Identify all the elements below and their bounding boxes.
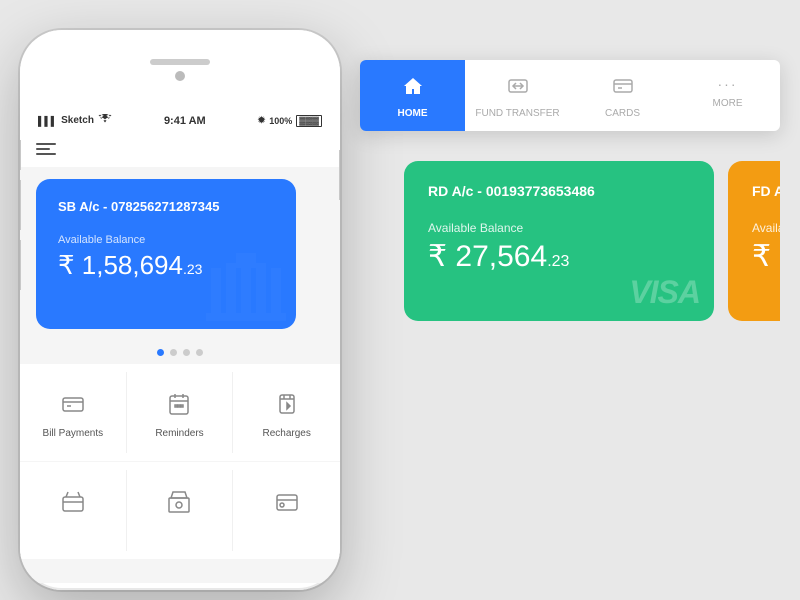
recharges-action[interactable]: Recharges	[233, 372, 340, 453]
phone-speaker	[150, 59, 210, 65]
fund-transfer-icon	[507, 76, 529, 102]
reminders-action[interactable]: Reminders	[127, 372, 234, 453]
status-bar: ▌▌▌ Sketch 9:41 AM ✹ 100% ▓▓▓	[20, 110, 340, 131]
nav-home[interactable]: HOME	[360, 60, 465, 131]
nav-cards-label: CARDS	[605, 108, 640, 119]
more-icon: ···	[718, 76, 738, 92]
signal-bars: ▌▌▌	[38, 116, 57, 126]
battery-icon: ▓▓▓	[296, 115, 322, 127]
carousel-dots	[20, 349, 340, 356]
home-icon	[402, 76, 424, 102]
desktop-cards: VISA RD A/c - 00193773653486 Available B…	[20, 145, 780, 337]
bill-payments-label: Bill Payments	[43, 428, 104, 439]
cards-nav-icon	[612, 76, 634, 102]
nav-more-label: MORE	[713, 98, 743, 109]
desktop-nav: HOME FUND TRANSFER CARDS ··· MORE	[360, 60, 780, 131]
nav-home-label: HOME	[398, 108, 428, 119]
status-right: ✹ 100% ▓▓▓	[258, 115, 322, 127]
dot-1[interactable]	[157, 349, 164, 356]
desktop-card-fd[interactable]: FD A/c - 00 Available Bal... ₹ 1,2...	[728, 161, 780, 321]
rd-balance-label: Available Balance	[428, 221, 690, 235]
action4[interactable]: a	[20, 470, 127, 551]
action5-icon	[161, 484, 197, 520]
battery-percent: 100%	[269, 116, 292, 126]
reminders-label: Reminders	[155, 428, 203, 439]
status-time: 9:41 AM	[164, 115, 206, 127]
phone-notch	[20, 30, 340, 110]
bill-payments-icon	[55, 386, 91, 422]
wifi-icon	[98, 114, 112, 127]
visa-watermark: VISA	[629, 274, 700, 311]
nav-fund-transfer-label: FUND TRANSFER	[475, 108, 559, 119]
fd-balance-label: Available Bal...	[752, 221, 780, 235]
recharges-icon	[269, 386, 305, 422]
carrier-name: Sketch	[61, 115, 94, 126]
quick-actions: Bill Payments Reminders	[20, 364, 340, 461]
phone-camera	[175, 71, 185, 81]
action6[interactable]: a	[233, 470, 340, 551]
rd-balance: ₹ 27,564.23	[428, 239, 690, 274]
bluetooth-icon: ✹	[258, 115, 266, 126]
nav-more[interactable]: ··· MORE	[675, 60, 780, 131]
fd-account-number: FD A/c - 00	[752, 183, 780, 199]
desktop-card-rd[interactable]: VISA RD A/c - 00193773653486 Available B…	[404, 161, 714, 321]
dot-4[interactable]	[196, 349, 203, 356]
bill-payments-action[interactable]: Bill Payments	[20, 372, 127, 453]
rd-account-number: RD A/c - 00193773653486	[428, 183, 690, 199]
nav-cards[interactable]: CARDS	[570, 60, 675, 131]
nav-fund-transfer[interactable]: FUND TRANSFER	[465, 60, 570, 131]
fd-balance: ₹ 1,2...	[752, 239, 780, 274]
dot-3[interactable]	[183, 349, 190, 356]
status-left: ▌▌▌ Sketch	[38, 114, 112, 127]
reminders-icon	[161, 386, 197, 422]
action4-icon	[55, 484, 91, 520]
quick-actions-2: a a	[20, 462, 340, 559]
action6-icon	[269, 484, 305, 520]
action5[interactable]: a	[127, 470, 234, 551]
dot-2[interactable]	[170, 349, 177, 356]
recharges-label: Recharges	[262, 428, 310, 439]
